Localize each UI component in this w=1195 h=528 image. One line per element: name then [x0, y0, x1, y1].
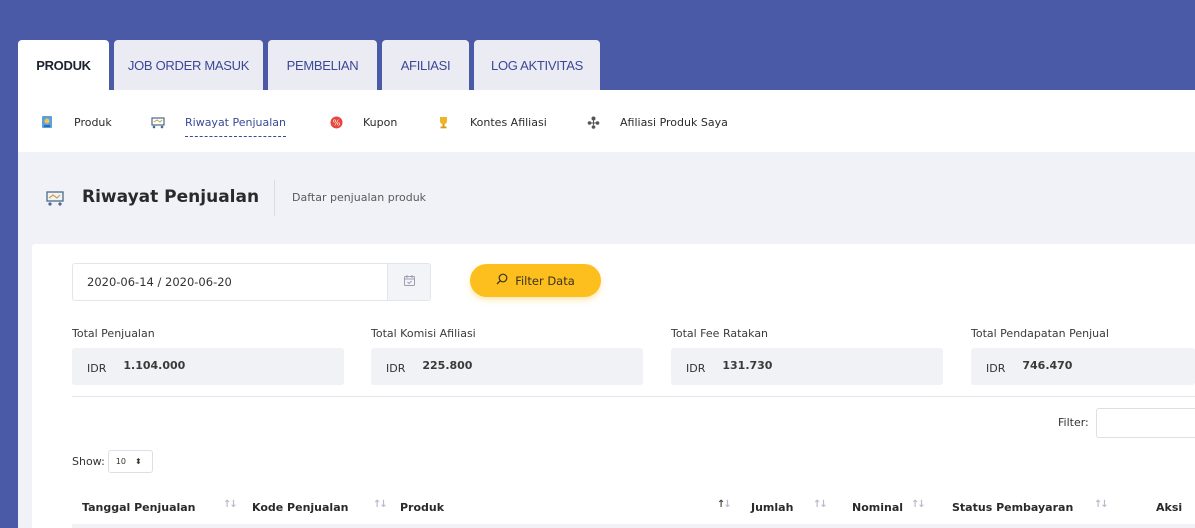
subnav-label: Produk	[74, 115, 112, 129]
stat-total-penjualan: Total Penjualan IDR 1.104.000	[72, 327, 344, 385]
sort-asc-icon[interactable]: ↑↓	[717, 499, 732, 510]
subnav-item-afiliasi-produk-saya[interactable]: Afiliasi Produk Saya	[586, 112, 728, 132]
column-kode-penjualan[interactable]: Kode Penjualan	[252, 501, 348, 514]
tab-pembelian[interactable]: PEMBELIAN	[268, 40, 377, 90]
stat-label: Total Komisi Afiliasi	[371, 327, 476, 340]
page-title: Riwayat Penjualan	[82, 187, 260, 207]
stat-total-komisi-afiliasi: Total Komisi Afiliasi IDR 225.800	[371, 327, 643, 385]
stat-value-box: IDR 746.470	[971, 348, 1195, 385]
tab-label: PEMBELIAN	[286, 57, 359, 73]
tab-produk[interactable]: PRODUK	[18, 40, 109, 90]
stat-value: 225.800	[422, 359, 473, 372]
stat-label: Total Pendapatan Penjual	[971, 327, 1109, 340]
stat-total-pendapatan-penjual: Total Pendapatan Penjual IDR 746.470	[971, 327, 1195, 385]
subnav-item-riwayat-penjualan[interactable]: Riwayat Penjualan	[151, 112, 287, 137]
stat-value: 131.730	[722, 359, 773, 372]
stat-value-box: IDR 1.104.000	[72, 348, 344, 385]
stat-value: 746.470	[1022, 359, 1073, 372]
column-jumlah[interactable]: Jumlah	[751, 501, 793, 514]
tab-label: AFILIASI	[400, 57, 451, 73]
sort-icon[interactable]: ↑↓	[813, 499, 828, 510]
stat-total-fee-ratakan: Total Fee Ratakan IDR 131.730	[671, 327, 943, 385]
cart-icon	[46, 190, 64, 210]
select-caret-icon: ⬍	[134, 457, 142, 466]
column-status-pembayaran[interactable]: Status Pembayaran	[952, 501, 1073, 514]
page-size-control: Show: 10 ⬍	[72, 450, 153, 473]
page-header: Riwayat Penjualan Daftar penjualan produ…	[18, 152, 1195, 244]
sales-card: 2020-06-14 / 2020-06-20 Filter Data Tota…	[32, 244, 1195, 528]
filter-data-button[interactable]: Filter Data	[470, 264, 601, 297]
tab-label: PRODUK	[36, 57, 91, 73]
subnav-label: Afiliasi Produk Saya	[620, 115, 728, 129]
calendar-icon	[403, 275, 415, 289]
search-icon	[496, 273, 508, 288]
stat-currency: IDR	[986, 362, 1006, 375]
stat-currency: IDR	[686, 362, 706, 375]
network-icon	[586, 115, 600, 129]
trophy-icon	[436, 115, 450, 129]
table-row	[72, 524, 1195, 528]
sort-icon[interactable]: ↑↓	[223, 499, 238, 510]
table-filter-label: Filter:	[1058, 416, 1089, 429]
sort-icon[interactable]: ↑↓	[373, 499, 388, 510]
column-nominal[interactable]: Nominal	[852, 501, 903, 514]
stat-currency: IDR	[386, 362, 406, 375]
sort-icon[interactable]: ↑↓	[1094, 499, 1109, 510]
calendar-button[interactable]	[387, 263, 431, 301]
stat-value-box: IDR 131.730	[671, 348, 943, 385]
column-aksi: Aksi	[1156, 501, 1183, 514]
column-tanggal-penjualan[interactable]: Tanggal Penjualan	[82, 501, 196, 514]
date-range-value: 2020-06-14 / 2020-06-20	[87, 275, 232, 289]
main-tabbar: PRODUK JOB ORDER MASUK PEMBELIAN AFILIAS…	[18, 40, 1195, 90]
page-subtitle: Daftar penjualan produk	[292, 191, 427, 204]
stat-label: Total Fee Ratakan	[671, 327, 769, 340]
show-label: Show:	[72, 455, 105, 468]
stat-label: Total Penjualan	[72, 327, 155, 340]
date-range-input[interactable]: 2020-06-14 / 2020-06-20	[72, 263, 388, 301]
subnav-label: Kontes Afiliasi	[470, 115, 547, 129]
stat-currency: IDR	[87, 362, 107, 375]
svg-text:%: %	[332, 118, 340, 127]
table-header: Tanggal Penjualan ↑↓ Kode Penjualan ↑↓ P…	[72, 489, 1195, 528]
divider	[72, 396, 1195, 397]
product-icon	[40, 115, 54, 129]
filter-button-label: Filter Data	[515, 273, 575, 288]
sub-navigation: Produk Riwayat Penjualan % Kupon Kontes …	[18, 90, 1195, 152]
page-size-select[interactable]: 10 ⬍	[107, 450, 153, 473]
tab-label: JOB ORDER MASUK	[127, 57, 250, 73]
column-produk[interactable]: Produk	[400, 501, 444, 514]
coupon-icon: %	[329, 115, 343, 129]
cart-icon	[151, 115, 165, 129]
page-size-value: 10	[115, 457, 126, 466]
subnav-item-kupon[interactable]: % Kupon	[329, 112, 397, 132]
tab-afiliasi[interactable]: AFILIASI	[382, 40, 469, 90]
subnav-item-kontes-afiliasi[interactable]: Kontes Afiliasi	[436, 112, 547, 132]
tab-log-aktivitas[interactable]: LOG AKTIVITAS	[474, 40, 600, 90]
sort-icon[interactable]: ↑↓	[911, 499, 926, 510]
title-divider	[274, 180, 275, 216]
tab-job-order-masuk[interactable]: JOB ORDER MASUK	[114, 40, 263, 90]
subnav-label: Riwayat Penjualan	[185, 116, 287, 137]
stat-value-box: IDR 225.800	[371, 348, 643, 385]
main-content: Riwayat Penjualan Daftar penjualan produ…	[18, 152, 1195, 528]
stat-value: 1.104.000	[123, 359, 186, 372]
tab-label: LOG AKTIVITAS	[491, 57, 583, 73]
table-filter-input[interactable]	[1096, 408, 1195, 438]
subnav-label: Kupon	[363, 115, 398, 129]
subnav-item-produk[interactable]: Produk	[40, 112, 112, 132]
